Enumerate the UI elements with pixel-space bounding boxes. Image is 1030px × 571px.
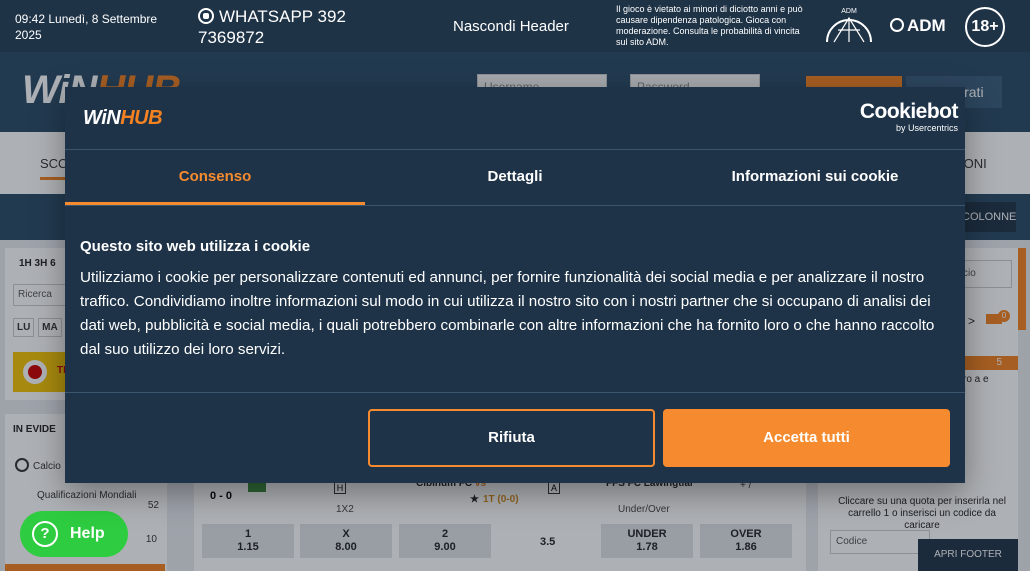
question-icon: ? — [32, 521, 58, 547]
adm-logo: ADM — [890, 16, 946, 36]
cookie-consent-dialog: WiNHUB Cookiebot by Usercentrics Consens… — [65, 87, 965, 483]
cookie-heading: Questo sito web utilizza i cookie — [80, 238, 311, 255]
adm-seal-icon — [890, 18, 904, 32]
age-limit-badge: 18+ — [965, 7, 1005, 47]
cookiebot-brand: Cookiebot — [859, 100, 959, 123]
logo-win-text: WiN — [83, 107, 121, 129]
hide-header-button[interactable]: Nascondi Header — [453, 18, 569, 35]
cookie-tabs: Consenso Dettagli Informazioni sui cooki… — [65, 150, 965, 205]
cookiebot-by: by Usercentrics — [895, 123, 958, 133]
dialog-site-logo: WiNHUB — [83, 107, 163, 130]
cookiebot-logo[interactable]: Cookiebot by Usercentrics — [848, 100, 959, 134]
logo-hub-text: HUB — [120, 107, 163, 129]
whatsapp-icon — [198, 8, 214, 24]
top-info-bar: 09:42 Lunedì, 8 Settembre 2025 WHATSAPP … — [0, 0, 1030, 52]
whatsapp-contact[interactable]: WHATSAPP 392 7369872 — [198, 6, 368, 48]
help-button[interactable]: ? Help — [20, 511, 128, 557]
tab-consenso[interactable]: Consenso — [65, 150, 365, 205]
adm-arc-icon: ADM — [826, 8, 872, 43]
accept-all-button[interactable]: Accetta tutti — [663, 409, 950, 467]
adm-arc-label: ADM — [841, 8, 857, 15]
datetime: 09:42 Lunedì, 8 Settembre 2025 — [15, 12, 158, 42]
cookie-description: Utilizziamo i cookie per personalizzare … — [80, 269, 935, 358]
tab-dettagli[interactable]: Dettagli — [365, 150, 665, 205]
reject-button[interactable]: Rifiuta — [368, 409, 655, 467]
whatsapp-number: WHATSAPP 392 7369872 — [198, 7, 346, 47]
help-label: Help — [70, 525, 105, 542]
gambling-disclaimer: Il gioco è vietato ai minori di diciotto… — [616, 4, 803, 47]
divider — [65, 205, 965, 206]
divider — [65, 392, 965, 393]
adm-label: ADM — [907, 16, 946, 35]
tab-informazioni[interactable]: Informazioni sui cookie — [665, 150, 965, 205]
